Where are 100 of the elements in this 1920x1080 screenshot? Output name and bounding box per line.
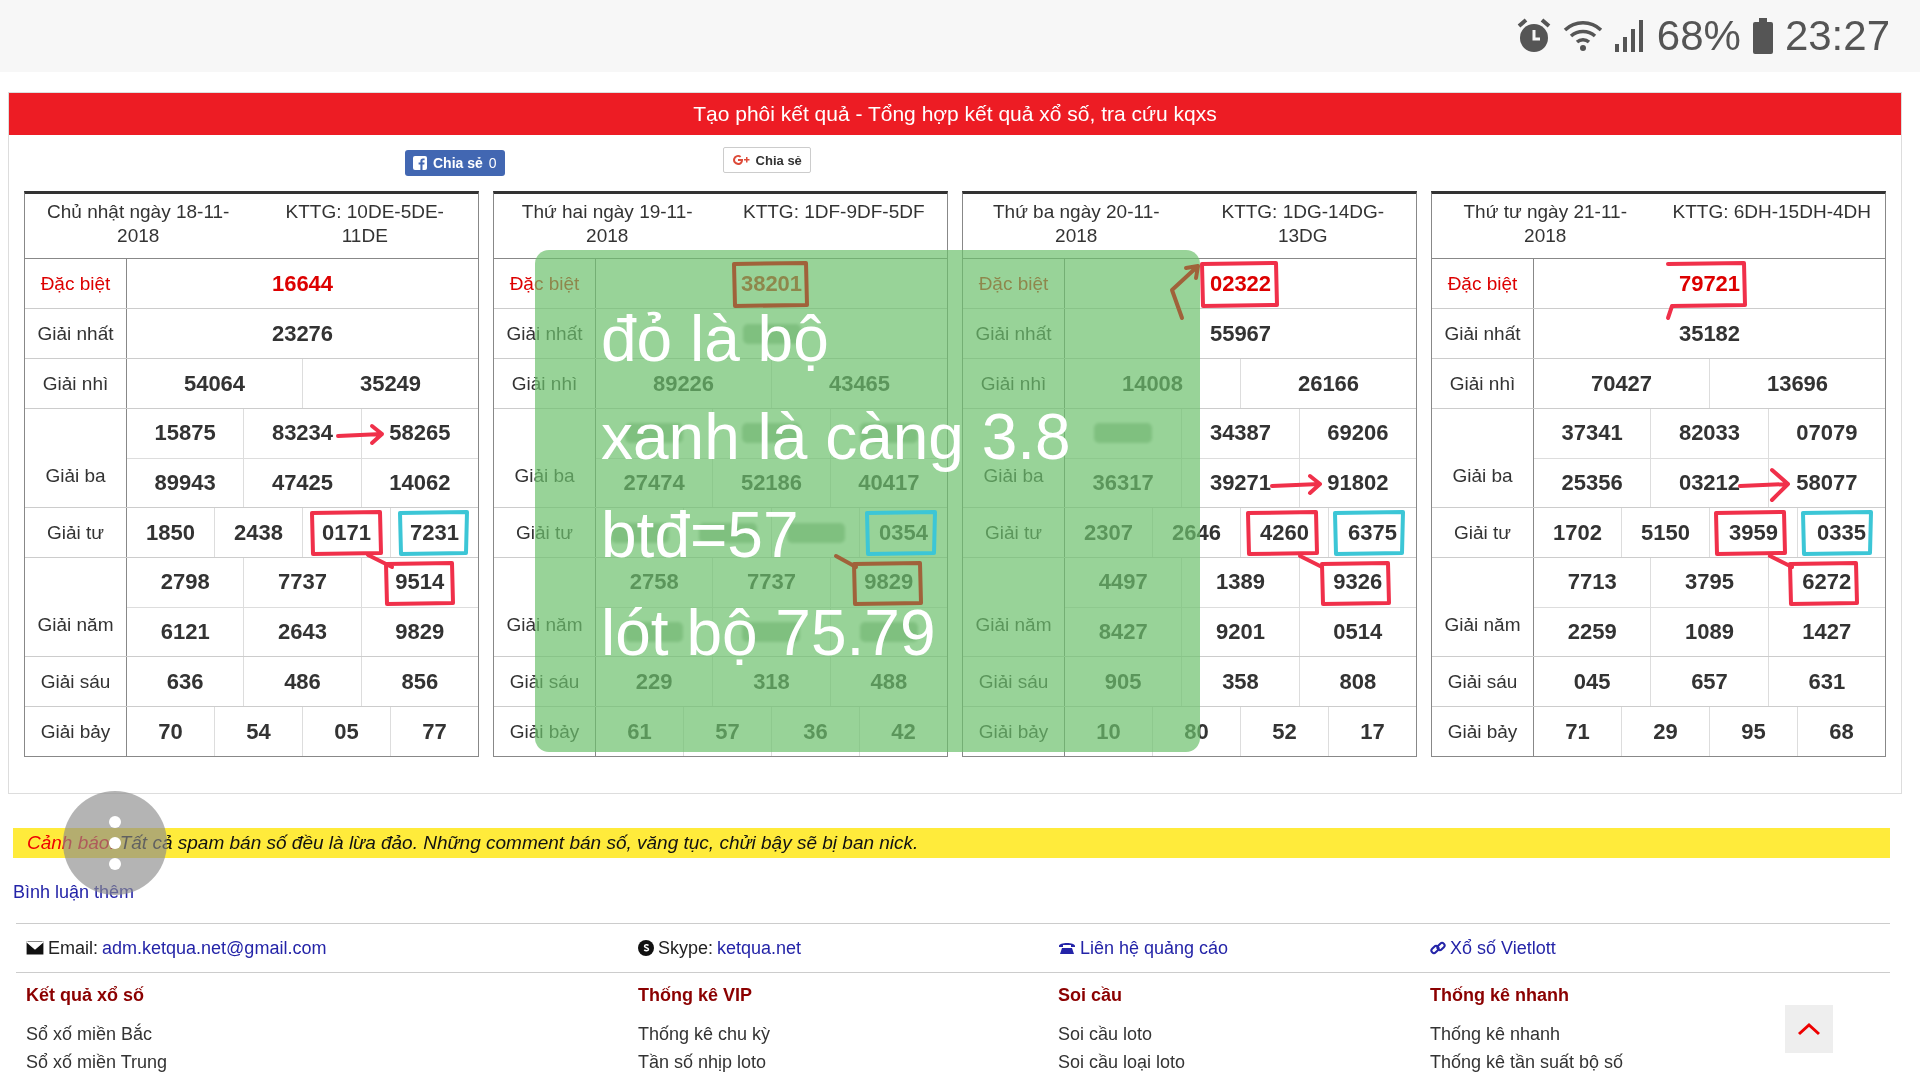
prize-number: 9201 — [1216, 618, 1265, 645]
prize-number: 26166 — [1297, 370, 1360, 397]
prize-number: 79721 — [1678, 270, 1741, 297]
prize-label: Giải bảy — [1432, 707, 1534, 756]
prize-number: 70427 — [1590, 370, 1653, 397]
prize-number: 631 — [1808, 668, 1846, 695]
prize-number: 2758 — [629, 569, 679, 596]
page-banner: Tạo phôi kết quả - Tổng hợp kết quả xổ số, tra cứu kqxs — [9, 93, 1901, 135]
prize-number: 1850 — [146, 519, 195, 546]
prize-label: Giải nhì — [25, 359, 127, 408]
prize-number: 36 — [803, 718, 828, 745]
prize-number: 89226 — [652, 370, 715, 397]
prize-label: Giải nhất — [25, 309, 127, 358]
prize-number: 17 — [1360, 718, 1385, 745]
prize-number: 6121 — [160, 618, 210, 645]
prize-number: 34387 — [1209, 420, 1272, 447]
facebook-share-button[interactable]: Chia sẻ 0 — [405, 150, 505, 176]
prize-number: 229 — [635, 668, 673, 695]
scroll-top-button[interactable] — [1785, 1005, 1833, 1053]
footer-link[interactable]: Sổ xố miền Trung — [26, 1048, 638, 1076]
prize-number: 7737 — [278, 569, 327, 596]
prize-number: 25356 — [1561, 469, 1623, 496]
contact-label: Email: — [48, 937, 98, 959]
envelope-icon — [26, 941, 44, 955]
footer-link[interactable]: Thống kê chu kỳ — [638, 1020, 1058, 1048]
pen-arrow — [1270, 474, 1322, 495]
prize-number: 488 — [870, 668, 908, 695]
footer-link[interactable]: Tần số nhịp loto — [638, 1048, 1058, 1076]
draw-date: Thứ tư ngày 21-11-2018 — [1462, 200, 1628, 248]
prize-number: 7713 — [1567, 569, 1617, 596]
prize-number: 4260 — [1260, 519, 1309, 546]
contact-link[interactable]: Liên hệ quảng cáo — [1080, 937, 1229, 959]
pen-box — [1801, 510, 1873, 556]
prize-number: 9514 — [395, 569, 445, 596]
contact-link[interactable]: Xổ số Vietlott — [1450, 937, 1556, 959]
footer-heading: Thống kê VIP — [638, 985, 753, 1006]
footer-link[interactable]: Sổ xố miền Bắc — [26, 1020, 638, 1048]
battery-icon — [1752, 18, 1773, 54]
prize-number: 2798 — [160, 569, 210, 596]
prize-number: 0514 — [1333, 618, 1383, 645]
prize-number: 83234 — [271, 420, 334, 447]
prize-number: 35182 — [1678, 320, 1741, 347]
pen-arrow — [1738, 468, 1790, 502]
prize-number: 10 — [1096, 718, 1121, 745]
prize-number: 9829 — [864, 569, 914, 596]
pen-stroke — [834, 554, 858, 569]
draw-code: KTTG: 10DE-5DE-11DE — [284, 200, 445, 248]
prize-number: 68 — [1829, 718, 1854, 745]
prize-number: 2643 — [278, 618, 327, 645]
prize-number: 14008 — [1121, 370, 1184, 397]
contact-link[interactable]: adm.ketqua.net@gmail.com — [102, 937, 327, 959]
draw-date: Thứ ba ngày 20-11-2018 — [991, 200, 1161, 248]
prize-number: 16644 — [271, 270, 334, 297]
prize-number: 636 — [166, 668, 204, 695]
draw-code: KTTG: 1DF-9DF-5DF — [741, 200, 926, 224]
prize-number: 657 — [1691, 668, 1728, 695]
pen-box — [865, 510, 937, 556]
prize-number: 13696 — [1766, 370, 1829, 397]
prize-label: Giải sáu — [1432, 657, 1534, 706]
footer-link[interactable]: Thống kê nhanh — [1430, 1020, 1902, 1048]
prize-number: 2259 — [1567, 618, 1617, 645]
prize-number: 71 — [1565, 718, 1590, 745]
prize-number: 37341 — [1561, 420, 1623, 447]
footer-link[interactable]: Soi cầu loto — [1058, 1020, 1430, 1048]
prize-number: 36317 — [1092, 469, 1154, 496]
prize-number: 82033 — [1678, 420, 1741, 447]
prize-number: 045 — [1573, 668, 1611, 695]
prize-label: Đặc biệt — [25, 259, 127, 308]
prize-number: 77 — [422, 718, 447, 745]
pen-box — [1320, 561, 1391, 606]
more-comments-link[interactable]: Bình luận thêm — [13, 882, 135, 903]
prize-number: 54064 — [183, 370, 246, 397]
prize-number: 02322 — [1209, 270, 1272, 297]
footer-link[interactable]: Soi cầu loại loto — [1058, 1048, 1430, 1076]
prize-label: Giải nhất — [1432, 309, 1534, 358]
prize-number: 95 — [1741, 718, 1766, 745]
pen-box — [1333, 510, 1405, 556]
prize-number: 9829 — [395, 618, 445, 645]
prize-number: 856 — [401, 668, 439, 695]
prize-number: 52 — [1272, 718, 1297, 745]
prize-number: 0171 — [322, 519, 371, 546]
prize-number: 7231 — [410, 519, 459, 546]
contact-link[interactable]: ketqua.net — [717, 937, 802, 959]
prize-label: Giải bảy — [25, 707, 127, 756]
prize-number: 43465 — [828, 370, 891, 397]
prize-number: 6375 — [1348, 519, 1397, 546]
prize-number: 54 — [246, 718, 271, 745]
draw-code: KTTG: 1DG-14DG-13DG — [1220, 200, 1386, 248]
prize-number: 6272 — [1802, 569, 1852, 596]
prize-number: 5150 — [1641, 519, 1690, 546]
pen-box — [1788, 561, 1859, 606]
link-icon — [1430, 940, 1446, 956]
prize-number: 47425 — [271, 469, 334, 496]
prize-number: 3959 — [1729, 519, 1778, 546]
google-share-button[interactable]: Chia sẻ — [722, 147, 811, 173]
footer-link[interactable]: Thống kê tần suất bộ số — [1430, 1048, 1902, 1076]
prize-number: 52186 — [740, 469, 803, 496]
note-text: đỏ là bộ — [601, 308, 829, 370]
prize-number: 55967 — [1209, 320, 1272, 347]
prize-number: 89943 — [154, 469, 216, 496]
